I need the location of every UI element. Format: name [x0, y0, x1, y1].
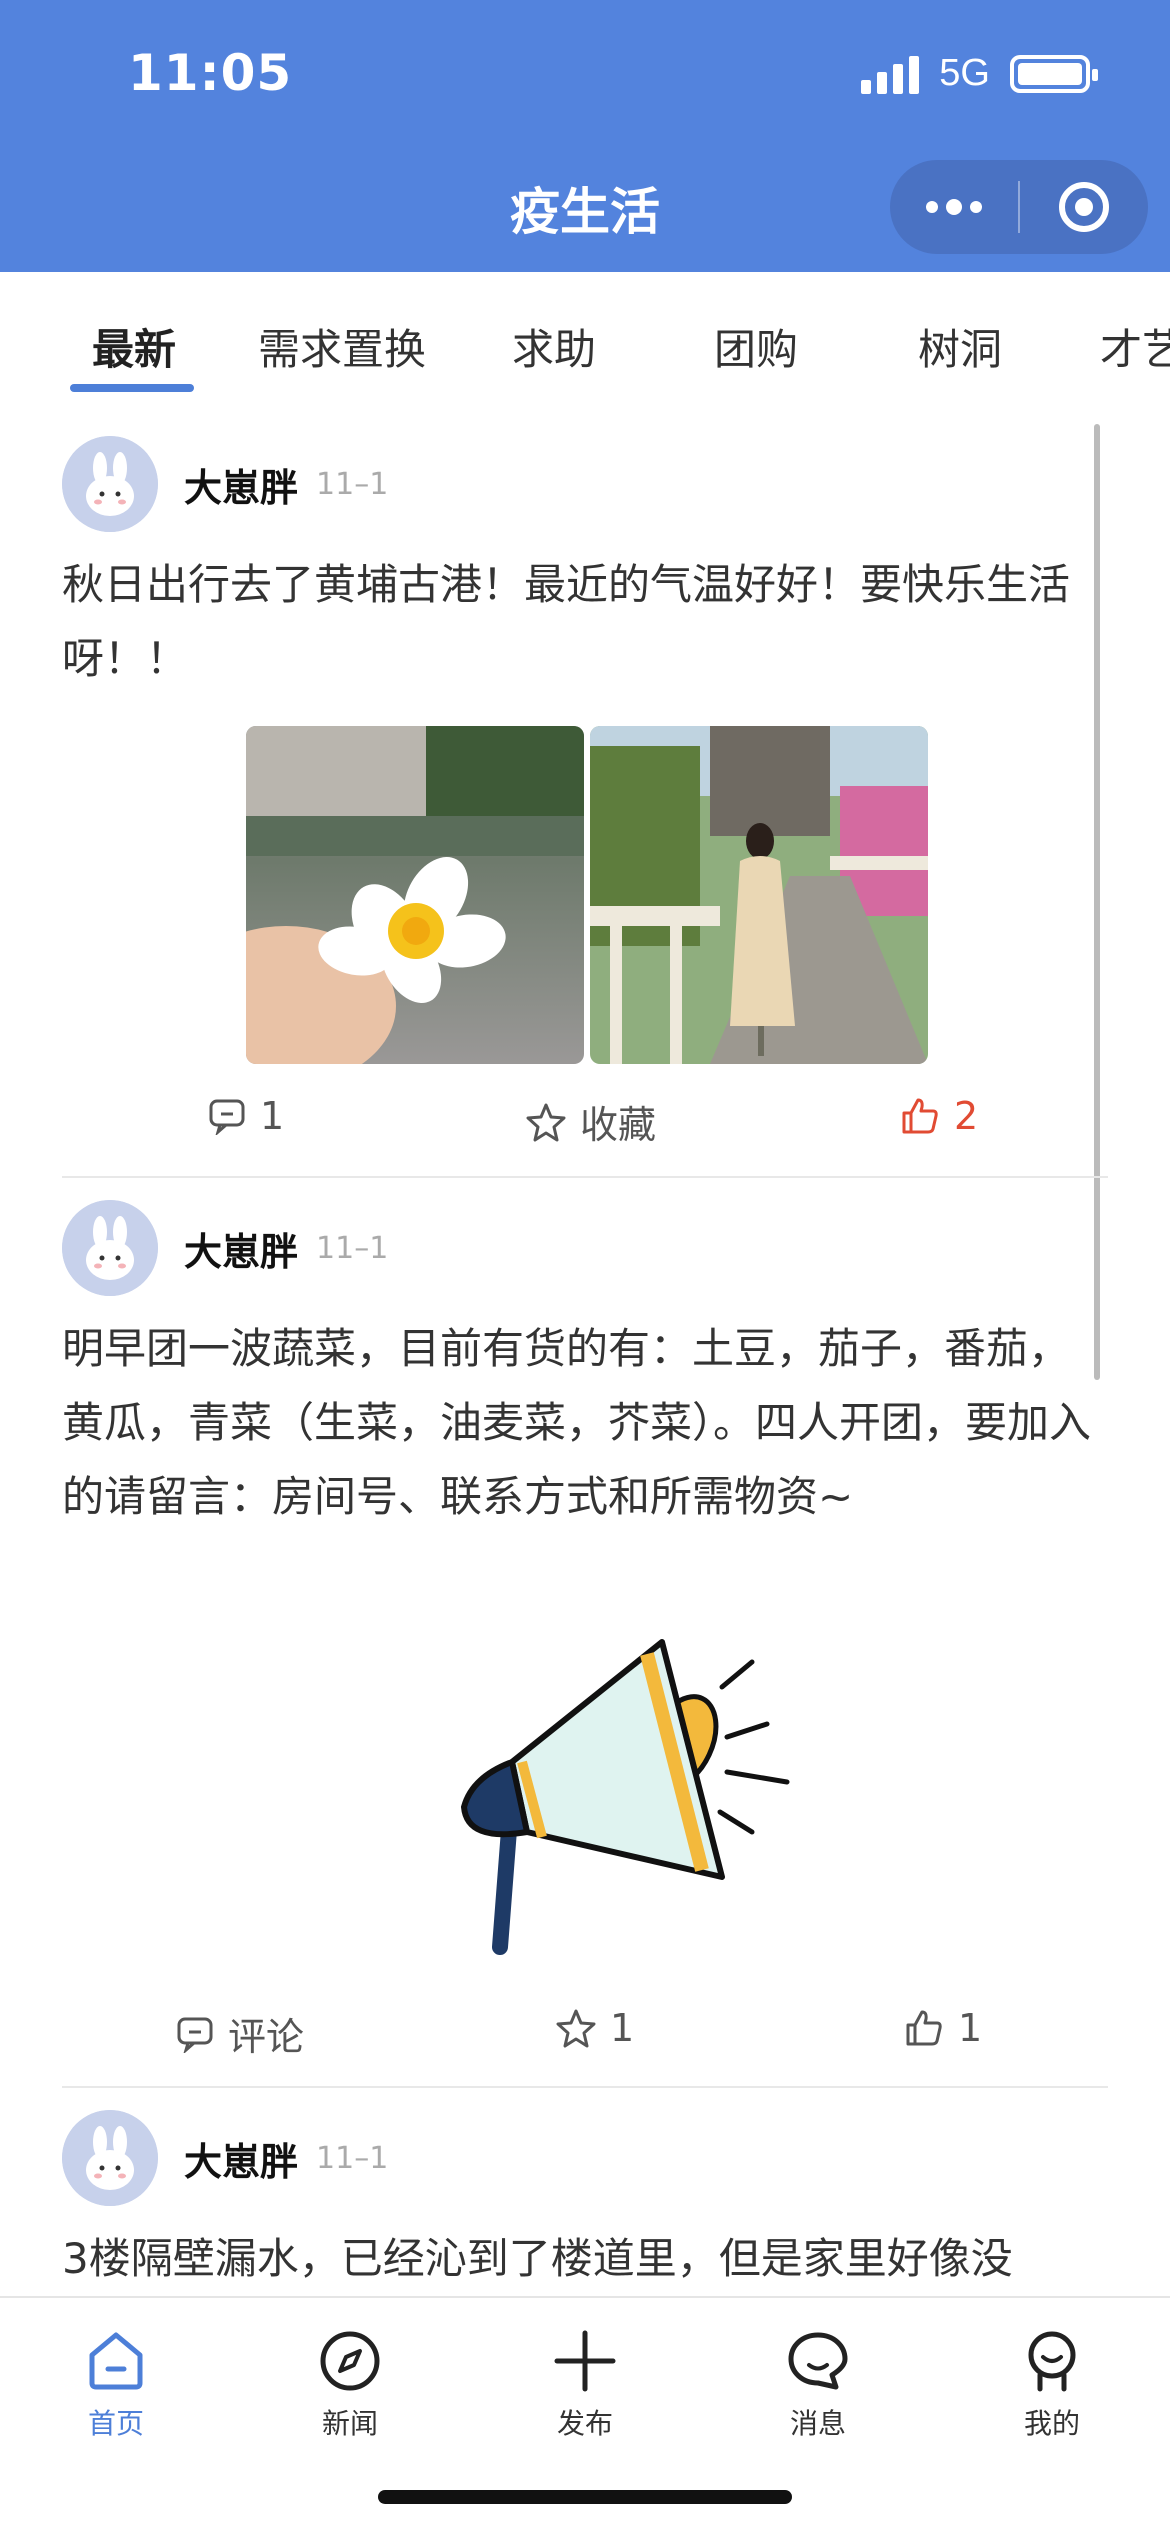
post-card[interactable]: 大崽胖 11–1 明早团一波蔬菜，目前有货的有：土豆，茄子，番茄，黄瓜，青菜（生… — [62, 1200, 1108, 2088]
tab-help[interactable]: 求助 — [512, 316, 596, 377]
post-actions: 1 收藏 2 — [62, 1094, 1108, 1154]
post-actions: 评论 1 1 — [62, 2006, 1108, 2066]
comment-icon — [177, 2017, 213, 2053]
like-button[interactable]: 2 — [900, 1094, 978, 1138]
nav-messages[interactable]: 消息 — [748, 2326, 888, 2442]
post-card[interactable]: 大崽胖 11–1 3楼隔壁漏水，已经沁到了楼道里，但是家里好像没 — [62, 2110, 1108, 2296]
post-divider — [62, 2086, 1108, 2088]
app-header: 11:05 5G 疫生活 — [0, 0, 1170, 272]
post-author-row: 大崽胖 11–1 — [62, 436, 388, 532]
network-type: 5G — [939, 52, 990, 94]
mini-program-capsule — [890, 160, 1148, 254]
thumbs-up-icon — [906, 2010, 942, 2046]
nav-label: 发布 — [556, 2407, 613, 2440]
message-icon — [788, 2332, 848, 2390]
signal-icon — [861, 54, 920, 94]
battery-icon — [1010, 54, 1098, 93]
star-icon — [556, 2009, 596, 2048]
post-card[interactable]: 大崽胖 11–1 秋日出行去了黄埔古港！最近的气温好好！要快乐生活呀！！ 1 收… — [62, 436, 1108, 1178]
bunny-avatar-icon — [62, 1200, 158, 1296]
nav-profile[interactable]: 我的 — [982, 2326, 1122, 2442]
like-button[interactable]: 1 — [904, 2006, 982, 2050]
megaphone-illustration[interactable] — [452, 1632, 802, 1972]
profile-icon — [1028, 2331, 1076, 2392]
author-name[interactable]: 大崽胖 — [184, 457, 298, 512]
author-name[interactable]: 大崽胖 — [184, 2131, 298, 2186]
active-tab-indicator — [70, 384, 194, 392]
comment-button[interactable]: 1 — [208, 1094, 284, 1138]
nav-home[interactable]: 首页 — [46, 2326, 186, 2442]
target-icon — [1059, 182, 1109, 232]
nav-label: 首页 — [87, 2407, 144, 2440]
status-time: 11:05 — [128, 44, 293, 102]
street-photo-image — [590, 726, 928, 1064]
nav-label: 我的 — [1023, 2407, 1080, 2440]
compass-icon — [320, 2331, 380, 2391]
post-date: 11–1 — [316, 466, 389, 502]
tab-group-buy[interactable]: 团购 — [714, 316, 798, 377]
post-photo-street[interactable] — [590, 726, 928, 1064]
home-icon — [89, 2332, 143, 2390]
nav-publish[interactable]: 发布 — [515, 2326, 655, 2442]
post-text: 3楼隔壁漏水，已经沁到了楼道里，但是家里好像没 — [62, 2234, 1013, 2283]
avatar[interactable] — [62, 1200, 158, 1296]
favorite-label: 收藏 — [580, 1103, 657, 1147]
post-photo-flower[interactable] — [246, 726, 584, 1064]
bunny-avatar-icon — [62, 2110, 158, 2206]
like-count: 1 — [958, 2006, 983, 2050]
category-tabs: 最新 需求置换 求助 团购 树洞 才艺 — [0, 272, 1170, 398]
favorite-button[interactable]: 收藏 — [526, 1094, 656, 1149]
nav-label: 消息 — [789, 2407, 846, 2440]
post-author-row: 大崽胖 11–1 — [62, 1200, 388, 1296]
post-author-row: 大崽胖 11–1 — [62, 2110, 388, 2206]
like-count: 2 — [954, 1094, 979, 1138]
comment-count: 1 — [260, 1094, 285, 1138]
close-miniprogram-button[interactable] — [1020, 160, 1148, 254]
star-icon — [526, 1103, 566, 1141]
tab-exchange[interactable]: 需求置换 — [258, 316, 426, 377]
home-indicator[interactable] — [378, 2490, 792, 2504]
favorite-button[interactable]: 1 — [556, 2006, 634, 2050]
nav-news[interactable]: 新闻 — [280, 2326, 420, 2442]
post-text: 秋日出行去了黄埔古港！最近的气温好好！要快乐生活呀！！ — [62, 560, 1071, 683]
plus-icon — [554, 2330, 616, 2392]
comment-label: 评论 — [228, 2015, 305, 2059]
favorite-count: 1 — [610, 2006, 635, 2050]
tab-latest[interactable]: 最新 — [92, 316, 176, 377]
comment-button[interactable]: 评论 — [176, 2006, 304, 2061]
thumbs-up-icon — [902, 1098, 938, 1134]
tab-tree-hole[interactable]: 树洞 — [918, 316, 1002, 377]
post-text: 明早团一波蔬菜，目前有货的有：土豆，茄子，番茄，黄瓜，青菜（生菜，油麦菜，芥菜）… — [62, 1324, 1092, 1521]
avatar[interactable] — [62, 436, 158, 532]
post-date: 11–1 — [316, 1230, 389, 1266]
megaphone-icon — [460, 1639, 790, 1955]
nav-label: 新闻 — [321, 2407, 378, 2440]
author-name[interactable]: 大崽胖 — [184, 1221, 298, 1276]
bunny-avatar-icon — [62, 436, 158, 532]
comment-icon — [209, 1099, 245, 1135]
post-date: 11–1 — [316, 2140, 389, 2176]
status-icons: 5G — [861, 52, 1098, 95]
post-divider — [62, 1176, 1108, 1178]
more-options-button[interactable] — [890, 160, 1018, 254]
avatar[interactable] — [62, 2110, 158, 2206]
tab-talent[interactable]: 才艺 — [1100, 316, 1170, 377]
flower-photo-image — [246, 726, 584, 1064]
